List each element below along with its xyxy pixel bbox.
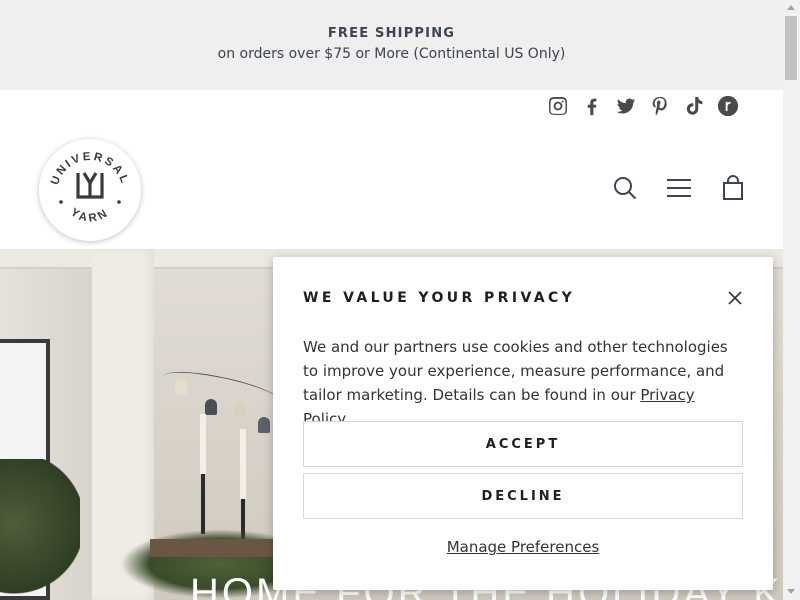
scrollbar-thumb[interactable]: [785, 16, 797, 80]
pinterest-icon[interactable]: [647, 94, 672, 119]
accept-button[interactable]: ACCEPT: [303, 421, 743, 467]
hero-christmas-tree: [0, 459, 80, 600]
site-logo[interactable]: UNIVERSAL YARN: [39, 139, 141, 241]
social-links: [545, 92, 740, 120]
announcement-title: FREE SHIPPING: [327, 26, 456, 41]
privacy-dialog: WE VALUE YOUR PRIVACY We and our partner…: [273, 257, 773, 590]
facebook-icon[interactable]: [579, 94, 604, 119]
logo-text-bottom: YARN: [68, 206, 109, 224]
privacy-body: We and our partners use cookies and othe…: [303, 335, 743, 431]
menu-icon[interactable]: [666, 174, 692, 202]
instagram-icon[interactable]: [545, 94, 570, 119]
ravelry-icon[interactable]: [715, 94, 740, 119]
twitter-icon[interactable]: [613, 94, 638, 119]
hero-mini-hat: [205, 399, 217, 415]
announcement-bar: FREE SHIPPING on orders over $75 or More…: [0, 0, 783, 90]
hero-mini-hat: [175, 379, 187, 395]
close-icon[interactable]: [725, 288, 745, 308]
announcement-subtitle: on orders over $75 or More (Continental …: [217, 46, 566, 62]
hero-candle: [240, 429, 246, 499]
hero-mini-hat: [258, 417, 270, 433]
header-actions: [612, 174, 746, 202]
decline-button[interactable]: DECLINE: [303, 473, 743, 519]
privacy-title: WE VALUE YOUR PRIVACY: [303, 290, 576, 306]
hero-candlestick: [201, 474, 205, 534]
scroll-down-arrow-icon[interactable]: [787, 589, 795, 594]
hero-candle: [200, 414, 206, 474]
page-scrollbar[interactable]: [783, 0, 800, 600]
hero-mini-hat: [234, 402, 246, 418]
manage-preferences-link[interactable]: Manage Preferences: [273, 538, 773, 556]
logo-monogram: [76, 172, 104, 199]
cart-icon[interactable]: [720, 174, 746, 202]
search-icon[interactable]: [612, 174, 638, 202]
universal-yarn-logo-icon: UNIVERSAL YARN: [49, 151, 128, 225]
scroll-up-arrow-icon[interactable]: [787, 5, 795, 10]
svg-text:YARN: YARN: [68, 206, 112, 224]
tiktok-icon[interactable]: [681, 94, 706, 119]
